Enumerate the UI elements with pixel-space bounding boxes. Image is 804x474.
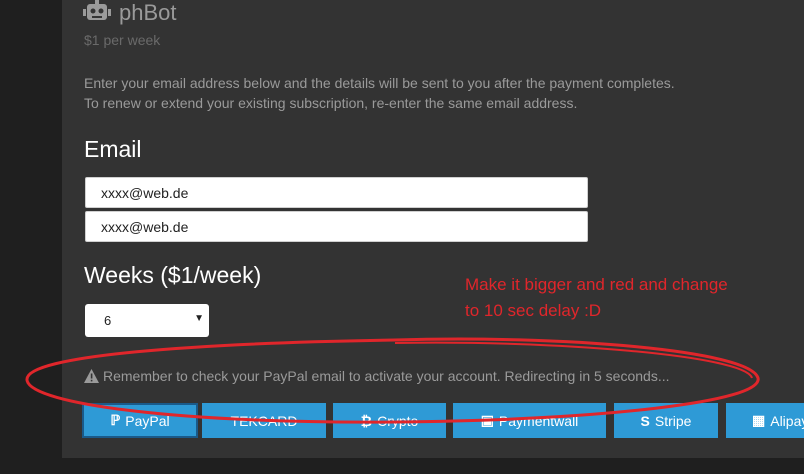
alipay-button-label: Alipay	[770, 412, 804, 429]
product-price: $1 per week	[84, 32, 161, 48]
redirect-warning: Remember to check your PayPal email to a…	[84, 368, 670, 384]
crypto-button-label: Crypto	[377, 412, 419, 429]
email-field[interactable]	[85, 177, 588, 208]
email-confirm-field[interactable]	[85, 211, 588, 242]
warning-icon	[84, 369, 99, 383]
stripe-button-label: Stripe	[654, 412, 692, 429]
alipay-icon: ▦	[752, 412, 766, 428]
stripe-button[interactable]: S Stripe	[614, 403, 718, 438]
email-label: Email	[84, 136, 142, 162]
bitcoin-icon: ₿	[360, 412, 373, 429]
weeks-select[interactable]: 6 ▼	[85, 304, 209, 337]
redirect-warning-text: Remember to check your PayPal email to a…	[103, 368, 670, 384]
intro-text-line-1: Enter your email address below and the d…	[84, 75, 675, 91]
product-title: phBot	[119, 0, 177, 25]
alipay-button[interactable]: ▦ Alipay	[726, 403, 804, 438]
annotation-text-line-2: to 10 sec delay :D	[465, 301, 602, 320]
paypal-button[interactable]: ℙ PayPal	[82, 403, 198, 438]
tekcard-button[interactable]: TEKCARD	[202, 403, 326, 438]
crypto-button[interactable]: ₿ Crypto	[333, 403, 446, 438]
stripe-icon: S	[640, 412, 650, 429]
paypal-button-label: PayPal	[125, 412, 170, 429]
intro-text-line-2: To renew or extend your existing subscri…	[84, 95, 578, 111]
weeks-selected-value: 6	[104, 313, 112, 328]
weeks-label: Weeks ($1/week)	[84, 262, 262, 288]
paypal-icon: ℙ	[110, 412, 121, 428]
paymentwall-icon: ▣	[480, 412, 494, 428]
robot-icon	[83, 0, 111, 20]
dropdown-arrow-icon: ▼	[194, 313, 204, 324]
paymentwall-button-label: Paymentwall	[498, 412, 579, 429]
annotation-text-line-1: Make it bigger and red and change	[465, 275, 728, 294]
paymentwall-button[interactable]: ▣ Paymentwall	[453, 403, 606, 438]
tekcard-button-label: TEKCARD	[230, 412, 298, 429]
